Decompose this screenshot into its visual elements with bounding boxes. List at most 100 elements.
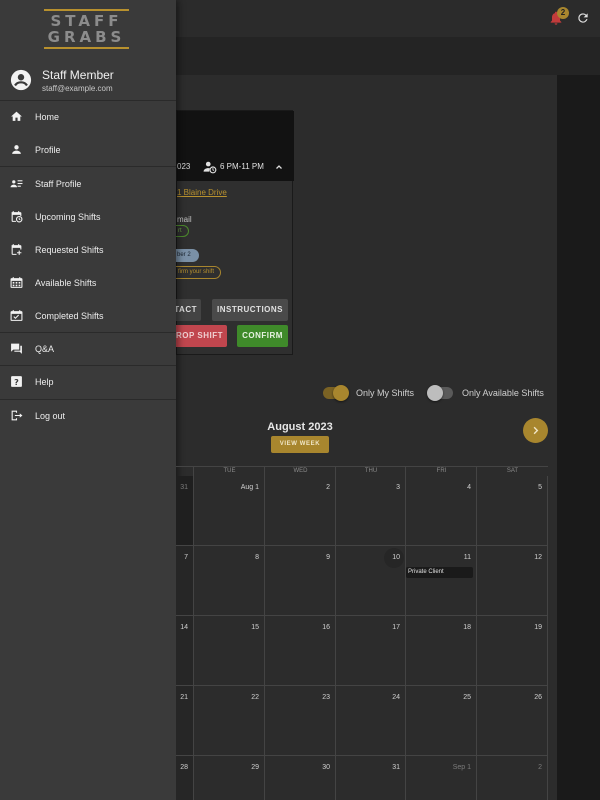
calendar-day-cell[interactable] — [265, 756, 336, 800]
forum-icon — [10, 342, 23, 355]
drawer-divider — [0, 166, 176, 167]
shift-address-link[interactable]: 1 Blaine Drive — [177, 188, 227, 197]
confirm-button[interactable]: CONFIRM — [237, 325, 288, 347]
shift-date: 023 — [177, 162, 191, 171]
nav-item-home[interactable]: Home — [0, 103, 176, 131]
nav-item-available-shifts[interactable]: Available Shifts — [0, 269, 176, 297]
calendar-day-number: 21 — [180, 694, 188, 701]
calendar-day-of-week: SAT — [506, 468, 519, 474]
home-icon — [10, 110, 23, 123]
account-avatar-icon — [10, 69, 32, 91]
calendar-column-rule — [264, 466, 265, 476]
person-clock-icon — [203, 160, 217, 174]
nav-label: Profile — [35, 145, 61, 155]
nav-item-qa[interactable]: Q&A — [0, 335, 176, 363]
refresh-icon[interactable] — [576, 11, 590, 25]
calendar-day-number: 31 — [392, 764, 400, 771]
calendar-day-number: Aug 1 — [240, 484, 259, 491]
calendar-day-number: 24 — [392, 694, 400, 701]
drawer-divider — [0, 332, 176, 333]
user-email: staff@example.com — [42, 84, 113, 93]
calendar-day-number: 26 — [534, 694, 542, 701]
calendar-grid-icon — [10, 276, 23, 289]
calendar-day-number: Sep 1 — [452, 764, 471, 771]
calendar-day-number: 10 — [392, 554, 400, 561]
calendar-day-cell[interactable] — [176, 756, 194, 800]
nav-label: Available Shifts — [35, 278, 97, 288]
calendar-day-cell[interactable] — [336, 756, 406, 800]
right-gutter — [557, 75, 600, 800]
calendar-day-number: 11 — [463, 554, 471, 561]
calendar-request-icon — [10, 243, 23, 256]
calendar-day-number: 2 — [326, 484, 330, 491]
logo-rule-top — [44, 9, 129, 11]
calendar-day-number: 23 — [322, 694, 330, 701]
chevron-right-icon — [533, 426, 539, 435]
calendar-day-number: 31 — [180, 484, 188, 491]
chevron-up-icon[interactable] — [273, 160, 285, 172]
calendar-day-number: 18 — [463, 624, 471, 631]
logo-rule-bottom — [44, 47, 129, 49]
calendar-day-number: 8 — [255, 554, 259, 561]
calendar-day-cell[interactable] — [406, 756, 477, 800]
shift-contact-email: mail — [177, 215, 192, 224]
notifications-badge: 2 — [557, 7, 569, 19]
calendar-day-of-week: TUE — [223, 468, 236, 474]
app-root: 2 023 6 PM-11 PM 1 Blaine Drive mail rt … — [0, 0, 600, 800]
calendar-day-number: 3 — [396, 484, 400, 491]
calendar-day-number: 19 — [534, 624, 542, 631]
help-icon: ? — [10, 375, 23, 388]
calendar-day-of-week: THU — [364, 468, 378, 474]
only-available-shifts-label: Only Available Shifts — [462, 388, 544, 398]
staff-grabs-logo: STAFF GRABS — [44, 6, 129, 52]
person-icon — [10, 143, 23, 156]
only-my-shifts-toggle[interactable] — [321, 384, 349, 402]
calendar-day-number: 25 — [463, 694, 471, 701]
calendar-day-number: 17 — [392, 624, 400, 631]
logout-icon — [10, 409, 23, 422]
nav-item-logout[interactable]: Log out — [0, 402, 176, 430]
next-month-button[interactable] — [523, 418, 548, 443]
calendar-day-number: 4 — [467, 484, 471, 491]
nav-item-help[interactable]: ? Help — [0, 368, 176, 396]
calendar-day-of-week: WED — [293, 468, 308, 474]
calendar-day-number: 16 — [322, 624, 330, 631]
drawer-divider — [0, 365, 176, 366]
calendar-day-number: 15 — [251, 624, 259, 631]
nav-item-staff-profile[interactable]: Staff Profile — [0, 170, 176, 198]
drawer-divider — [0, 399, 176, 400]
calendar-day-cell[interactable] — [477, 756, 548, 800]
calendar-column-rule — [405, 466, 406, 476]
view-week-button[interactable]: VIEW WEEK — [271, 436, 329, 453]
nav-label: Completed Shifts — [35, 311, 104, 321]
drawer-divider — [0, 100, 176, 101]
shift-card: 023 6 PM-11 PM 1 Blaine Drive mail rt be… — [163, 110, 294, 355]
calendar-clock-icon — [10, 210, 23, 223]
calendar-day-number: 7 — [184, 554, 188, 561]
nav-item-upcoming-shifts[interactable]: Upcoming Shifts — [0, 203, 176, 231]
calendar-column-rule — [476, 466, 477, 476]
nav-item-profile[interactable]: Profile — [0, 136, 176, 164]
nav-label: Log out — [35, 411, 66, 421]
calendar-day-number: 5 — [538, 484, 542, 491]
calendar-check-icon — [10, 309, 23, 322]
instructions-button[interactable]: INSTRUCTIONS — [212, 299, 288, 321]
id-card-icon — [10, 177, 23, 190]
nav-label: Staff Profile — [35, 179, 82, 189]
only-available-shifts-toggle[interactable] — [427, 384, 455, 402]
calendar-day-cell[interactable] — [194, 756, 265, 800]
only-my-shifts-label: Only My Shifts — [356, 388, 415, 398]
logo-line-2: GRABS — [47, 28, 126, 46]
calendar-day-number: 2 — [538, 764, 542, 771]
svg-text:?: ? — [14, 377, 19, 387]
calendar-day-of-week: FRI — [436, 468, 447, 474]
calendar-day-number: 9 — [326, 554, 330, 561]
shift-time: 6 PM-11 PM — [220, 162, 264, 171]
toggle-knob — [333, 385, 349, 401]
nav-item-requested-shifts[interactable]: Requested Shifts — [0, 236, 176, 264]
user-name: Staff Member — [42, 68, 114, 82]
calendar-day-number: 22 — [251, 694, 259, 701]
calendar-day-number: 29 — [251, 764, 259, 771]
calendar-column-rule — [335, 466, 336, 476]
nav-item-completed-shifts[interactable]: Completed Shifts — [0, 302, 176, 330]
